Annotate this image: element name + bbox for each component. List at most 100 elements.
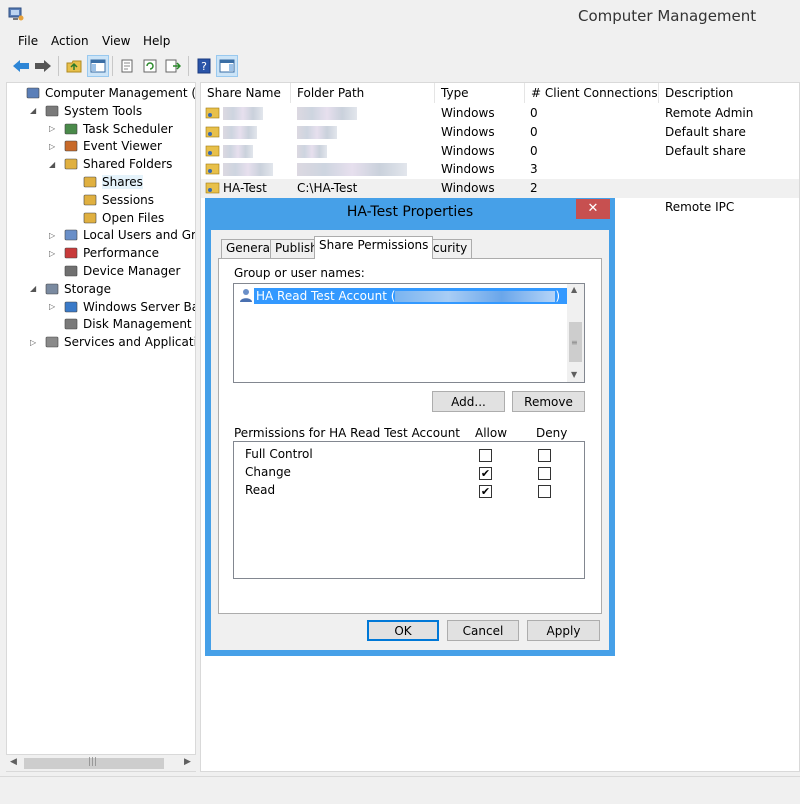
- deny-full-control-checkbox[interactable]: [538, 449, 551, 462]
- expand-collapse-icon[interactable]: ◢: [30, 106, 40, 115]
- permission-full-control-label: Full Control: [245, 447, 313, 461]
- ok-button[interactable]: OK: [367, 620, 439, 641]
- tree-item-disk-management[interactable]: Disk Management: [49, 315, 192, 333]
- cell-connections: 0: [530, 106, 538, 120]
- table-row[interactable]: Windows 0 Default share: [201, 123, 799, 142]
- cell-path: C:\HA-Test: [297, 181, 358, 196]
- console-tree[interactable]: Computer Management (SQUF ◢ System Tools ▷ T…: [6, 82, 196, 772]
- expand-collapse-icon[interactable]: ▷: [30, 338, 40, 347]
- scroll-down-arrow-icon[interactable]: ▼: [571, 370, 577, 379]
- apply-button[interactable]: Apply: [527, 620, 600, 641]
- table-row[interactable]: Windows 3: [201, 160, 799, 179]
- cell-connections: 0: [530, 124, 538, 139]
- permission-read-label: Read: [245, 483, 276, 497]
- scroll-grip-icon: |||: [88, 757, 98, 767]
- menu-help[interactable]: Help: [143, 34, 170, 48]
- expand-collapse-icon[interactable]: ▷: [49, 249, 59, 258]
- allow-full-control-checkbox[interactable]: [479, 449, 492, 462]
- tree-node-icon: [83, 194, 97, 206]
- add-button[interactable]: Add...: [432, 391, 505, 412]
- tab-share-permissions[interactable]: Share Permissions: [314, 236, 434, 259]
- close-icon[interactable]: ✕: [576, 199, 610, 219]
- cell-connections: 2: [530, 181, 538, 196]
- tree-item-shared-folders[interactable]: ◢ Shared Folders: [49, 155, 172, 173]
- menu-file[interactable]: File: [18, 34, 38, 48]
- menu-action[interactable]: Action: [51, 34, 89, 48]
- show-hide-action-pane-icon[interactable]: [216, 55, 238, 77]
- cancel-button[interactable]: Cancel: [447, 620, 519, 641]
- up-folder-icon[interactable]: [63, 55, 85, 77]
- tree-item-system-tools[interactable]: ◢ System Tools: [30, 102, 142, 120]
- user-list-scrollbar[interactable]: ▲ ≡ ▼: [567, 284, 584, 382]
- column-description[interactable]: Description: [659, 83, 799, 103]
- tree-node-icon: [64, 158, 78, 170]
- tree-item-windows-server-backup[interactable]: ▷ Windows Server Backup: [49, 298, 195, 316]
- tree-item-label: Device Manager: [83, 264, 181, 278]
- remove-button[interactable]: Remove: [512, 391, 585, 412]
- tree-item-event-viewer[interactable]: ▷ Event Viewer: [49, 137, 162, 155]
- expand-collapse-icon[interactable]: ▷: [49, 231, 59, 240]
- expand-collapse-icon[interactable]: ▷: [49, 124, 59, 133]
- list-item-ha-read-test-account[interactable]: HA Read Test Account (): [254, 288, 568, 304]
- tree-node-icon: [64, 319, 78, 330]
- expand-collapse-icon[interactable]: ▷: [49, 302, 59, 311]
- expand-collapse-icon[interactable]: ◢: [49, 160, 59, 169]
- tree-item-label: Performance: [83, 246, 160, 261]
- tree-item-local-users-and-groups[interactable]: ▷ Local Users and Groups: [49, 226, 195, 244]
- column-client-connections[interactable]: # Client Connections: [525, 83, 659, 103]
- table-row[interactable]: HA-Test C:\HA-Test Windows 2: [201, 179, 799, 199]
- table-row[interactable]: Windows 0 Remote Admin: [201, 104, 799, 123]
- cell-type: Windows: [441, 181, 495, 196]
- tree-item-open-files[interactable]: Open Files: [68, 209, 164, 227]
- tree-node-icon: [64, 141, 78, 152]
- expand-collapse-icon[interactable]: ◢: [30, 284, 40, 293]
- shared-folder-icon: [205, 126, 220, 138]
- tree-node-icon: [64, 230, 78, 241]
- allow-read-checkbox[interactable]: ✔: [479, 485, 492, 498]
- shared-folder-icon: [205, 107, 220, 119]
- back-arrow-icon[interactable]: [10, 55, 32, 77]
- tree-item-performance[interactable]: ▷ Performance: [49, 244, 159, 262]
- column-share-name[interactable]: Share Name: [201, 83, 291, 103]
- menu-view[interactable]: View: [102, 34, 130, 48]
- help-icon[interactable]: ?: [193, 55, 215, 77]
- allow-change-checkbox[interactable]: ✔: [479, 467, 492, 480]
- deny-change-checkbox[interactable]: [538, 467, 551, 480]
- redacted-folder-path: [297, 107, 357, 120]
- column-type[interactable]: Type: [435, 83, 525, 103]
- tree-item-device-manager[interactable]: Device Manager: [49, 262, 180, 280]
- redacted-folder-path: [297, 144, 327, 158]
- tree-item-computer-management-squf[interactable]: Computer Management (SQUF: [11, 84, 195, 102]
- tree-item-label: System Tools: [64, 103, 143, 118]
- tree-item-services-and-applications[interactable]: ▷ Services and Applications: [30, 333, 195, 351]
- tree-item-shares[interactable]: Shares: [68, 173, 143, 191]
- properties-icon[interactable]: [116, 55, 138, 77]
- export-list-icon[interactable]: [162, 55, 184, 77]
- scroll-left-arrow-icon[interactable]: ◀: [10, 757, 17, 767]
- forward-arrow-icon[interactable]: [32, 55, 54, 77]
- tree-node-icon: [64, 265, 78, 277]
- expand-collapse-icon[interactable]: ▷: [49, 142, 59, 151]
- redacted-share-name: [223, 107, 263, 120]
- scroll-up-arrow-icon[interactable]: ▲: [571, 285, 577, 294]
- tree-item-storage[interactable]: ◢ Storage: [30, 280, 111, 298]
- menu-bar: File Action View Help: [0, 32, 800, 52]
- tree-horizontal-scrollbar[interactable]: ◀ ||| ▶: [6, 754, 196, 771]
- group-or-user-names-label: Group or user names:: [234, 266, 365, 280]
- permissions-list: Full Control Change ✔ Read ✔: [233, 441, 585, 579]
- column-folder-path[interactable]: Folder Path: [291, 83, 435, 103]
- deny-read-checkbox[interactable]: [538, 485, 551, 498]
- tree-item-task-scheduler[interactable]: ▷ Task Scheduler: [49, 120, 173, 138]
- redacted-folder-path: [297, 125, 337, 139]
- user-account-suffix: ): [555, 289, 561, 303]
- tree-item-label: Open Files: [102, 210, 165, 225]
- cell-connections: 3: [530, 162, 538, 177]
- tree-item-sessions[interactable]: Sessions: [68, 191, 154, 209]
- refresh-icon[interactable]: [139, 55, 161, 77]
- table-row[interactable]: Windows 0 Default share: [201, 142, 799, 161]
- show-hide-console-tree-icon[interactable]: [87, 55, 109, 77]
- scroll-right-arrow-icon[interactable]: ▶: [184, 757, 191, 767]
- group-or-user-list[interactable]: HA Read Test Account () ▲ ≡ ▼: [233, 283, 585, 383]
- redacted-share-name: [223, 163, 273, 177]
- tree-item-label: Shared Folders: [83, 157, 173, 172]
